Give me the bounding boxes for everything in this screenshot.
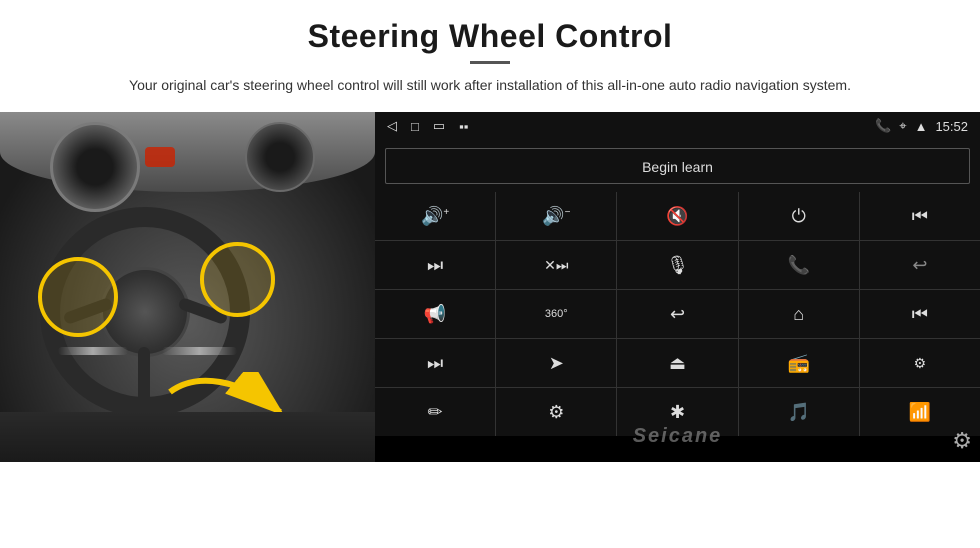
recent-nav-icon[interactable]: ▭: [433, 118, 445, 134]
time-display: 15:52: [935, 119, 968, 134]
wifi-status-icon: ▲: [915, 119, 928, 134]
status-bar: ◁ □ ▭ ▪▪ 📞 ⌖ ▲ 15:52: [375, 112, 980, 140]
camera360-button[interactable]: 360°: [496, 290, 616, 338]
page-title: Steering Wheel Control: [60, 18, 920, 55]
gear-settings-button[interactable]: ⚙: [952, 428, 972, 454]
fast-fwd-icon: ✕⏭: [544, 257, 568, 274]
hang-up-button[interactable]: ↩: [860, 241, 980, 289]
content-row: ◁ □ ▭ ▪▪ 📞 ⌖ ▲ 15:52 Begin learn: [0, 112, 980, 462]
signal-icon: 📶: [909, 402, 931, 423]
title-divider: [470, 61, 510, 64]
radio-button[interactable]: 📻: [739, 339, 859, 387]
page-wrapper: Steering Wheel Control Your original car…: [0, 0, 980, 548]
edit-icon: ✏: [428, 402, 443, 423]
begin-learn-button[interactable]: Begin learn: [385, 148, 970, 184]
home-nav-icon[interactable]: □: [411, 119, 419, 134]
header-section: Steering Wheel Control Your original car…: [0, 0, 980, 106]
settings-round-icon: ⚙: [548, 402, 564, 423]
status-bar-right: 📞 ⌖ ▲ 15:52: [875, 118, 968, 134]
nav-icon: ➤: [549, 353, 564, 374]
back-nav-icon[interactable]: ◁: [387, 118, 397, 134]
subtitle-text: Your original car's steering wheel contr…: [80, 74, 900, 96]
android-section: ◁ □ ▭ ▪▪ 📞 ⌖ ▲ 15:52 Begin learn: [375, 112, 980, 462]
eq-button[interactable]: ⚙: [860, 339, 980, 387]
skip-button[interactable]: ⏭: [375, 339, 495, 387]
eject-button[interactable]: ⏏: [617, 339, 737, 387]
vol-down-button[interactable]: 🔊−: [496, 192, 616, 240]
call-icon: 📞: [787, 255, 809, 276]
radio-icon: 📻: [787, 353, 809, 374]
control-grid: 🔊+ 🔊− 🔇 ⏻ ⏮ ⏭ ✕⏭: [375, 192, 980, 436]
status-bar-left: ◁ □ ▭ ▪▪: [387, 118, 468, 134]
warning-light: [145, 147, 175, 167]
hang-up-icon: ↩: [912, 255, 927, 276]
bluetooth-icon: ✱: [670, 402, 685, 423]
sw-silver-accent-right: [162, 347, 237, 355]
home-button[interactable]: ⌂: [739, 290, 859, 338]
power-icon: ⏻: [792, 206, 806, 227]
next-button[interactable]: ⏭: [375, 241, 495, 289]
mic-button[interactable]: 🎙: [617, 241, 737, 289]
back-button[interactable]: ↩: [617, 290, 737, 338]
vol-down-icon: 🔊−: [542, 206, 570, 227]
speedometer-right: [245, 122, 315, 192]
prev-end-button[interactable]: ⏮: [860, 192, 980, 240]
settings-round-button[interactable]: ⚙: [496, 388, 616, 436]
vol-up-button[interactable]: 🔊+: [375, 192, 495, 240]
location-status-icon: ⌖: [899, 118, 906, 134]
phone-status-icon: 📞: [875, 118, 891, 134]
sw-silver-accent-left: [58, 347, 128, 355]
next-icon: ⏭: [427, 255, 443, 276]
mute-button[interactable]: 🔇: [617, 192, 737, 240]
horn-icon: 📢: [424, 304, 446, 325]
vol-up-icon: 🔊+: [421, 206, 449, 227]
power-button[interactable]: ⏻: [739, 192, 859, 240]
eq-icon: ⚙: [914, 355, 927, 372]
mute-icon: 🔇: [666, 206, 688, 227]
mic-icon: 🎙: [666, 255, 689, 276]
eject-icon: ⏏: [669, 353, 686, 374]
car-image-section: [0, 112, 375, 462]
prev-prev-button[interactable]: ⏮: [860, 290, 980, 338]
floor-area: [0, 412, 375, 462]
back-icon: ↩: [670, 304, 685, 325]
music-button[interactable]: 🎵: [739, 388, 859, 436]
speedometer-left: [50, 122, 140, 212]
edit-button[interactable]: ✏: [375, 388, 495, 436]
sim-icon: ▪▪: [459, 119, 468, 134]
callout-circle-right: [200, 242, 275, 317]
prev-end-icon: ⏮: [912, 206, 928, 227]
horn-button[interactable]: 📢: [375, 290, 495, 338]
prev-prev-icon: ⏮: [912, 304, 928, 325]
nav-button[interactable]: ➤: [496, 339, 616, 387]
sw-spoke-bottom: [138, 347, 150, 402]
callout-circle-left: [38, 257, 118, 337]
camera360-icon: 360°: [545, 308, 568, 320]
music-icon: 🎵: [787, 402, 809, 423]
call-button[interactable]: 📞: [739, 241, 859, 289]
home-icon: ⌂: [793, 304, 804, 325]
skip-icon: ⏭: [427, 353, 443, 374]
fast-fwd-button[interactable]: ✕⏭: [496, 241, 616, 289]
bluetooth-button[interactable]: ✱: [617, 388, 737, 436]
begin-learn-row: Begin learn: [375, 140, 980, 192]
